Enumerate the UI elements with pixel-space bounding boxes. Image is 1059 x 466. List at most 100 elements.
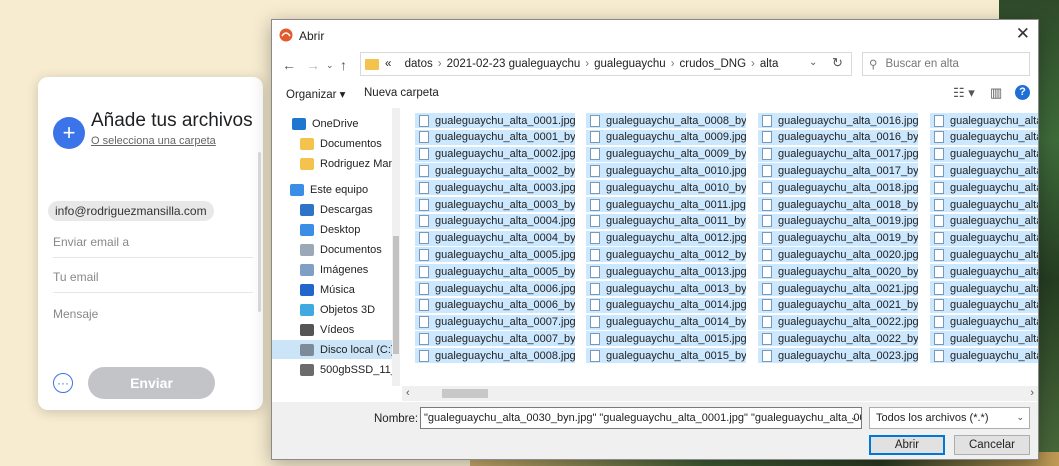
file-item[interactable]: gualeguaychu_alta_00 (930, 113, 1038, 128)
file-item[interactable]: gualeguaychu_alta_0006_byn.jpg (415, 297, 575, 313)
send-button[interactable]: Enviar (88, 367, 215, 399)
nav-item[interactable]: Este equipo (272, 180, 392, 199)
file-item[interactable]: gualeguaychu_alta_0013.jpg (586, 264, 746, 280)
file-item[interactable]: gualeguaychu_alta_0018.jpg (758, 180, 918, 196)
file-item[interactable]: gualeguaychu_alta_00 (930, 146, 1038, 162)
file-item[interactable]: gualeguaychu_alta_0015.jpg (586, 331, 746, 347)
scroll-left-icon[interactable]: ‹ (406, 387, 410, 399)
nav-item[interactable]: Disco local (C:) (272, 340, 395, 359)
file-item[interactable]: gualeguaychu_alta_00 (930, 314, 1038, 330)
file-item[interactable]: gualeguaychu_alta_0008.jpg (415, 348, 575, 364)
file-item[interactable]: gualeguaychu_alta_00 (930, 180, 1038, 196)
filename-dropdown-icon[interactable]: ⌄ (850, 412, 858, 423)
breadcrumb-datos[interactable]: datos (405, 58, 433, 70)
file-item[interactable]: gualeguaychu_alta_0007_byn.jpg (415, 331, 575, 347)
file-item[interactable]: gualeguaychu_alta_00 (930, 348, 1038, 364)
cancel-button[interactable]: Cancelar (954, 435, 1030, 455)
file-item[interactable]: gualeguaychu_alta_0001.jpg (415, 113, 575, 128)
file-item[interactable]: gualeguaychu_alta_00 (930, 163, 1038, 179)
file-item[interactable]: gualeguaychu_alta_0003.jpg (415, 180, 575, 196)
refresh-icon[interactable]: ↻ (832, 55, 843, 71)
breadcrumb-gualeguaychu[interactable]: gualeguaychu (594, 58, 666, 70)
breadcrumb-crudos[interactable]: crudos_DNG (680, 58, 746, 70)
file-item[interactable]: gualeguaychu_alta_0022.jpg (758, 314, 918, 330)
file-item[interactable]: gualeguaychu_alta_0019.jpg (758, 213, 918, 229)
nav-item[interactable]: Vídeos (272, 320, 392, 339)
breadcrumb-date-folder[interactable]: 2021-02-23 gualeguaychu (447, 58, 581, 70)
horizontal-scroll-thumb[interactable] (442, 389, 488, 398)
file-item[interactable]: gualeguaychu_alta_0012_byn.jpg (586, 247, 746, 263)
file-item[interactable]: gualeguaychu_alta_0013_byn.jpg (586, 281, 746, 296)
file-item[interactable]: gualeguaychu_alta_0004_byn.jpg (415, 230, 575, 246)
nav-item[interactable]: Documentos (272, 134, 392, 153)
help-icon[interactable]: ? (1015, 85, 1030, 100)
nav-item[interactable]: OneDrive (272, 114, 392, 133)
panel-scrollbar[interactable] (258, 152, 261, 312)
file-item[interactable]: gualeguaychu_alta_00 (930, 331, 1038, 347)
breadcrumb-alta[interactable]: alta (760, 58, 779, 70)
file-item[interactable]: gualeguaychu_alta_0016_byn.jpg (758, 129, 918, 145)
file-item[interactable]: gualeguaychu_alta_0007.jpg (415, 314, 575, 330)
recipient-chip[interactable]: info@rodriguezmansilla.com (48, 201, 214, 221)
nav-item[interactable]: Descargas (272, 200, 392, 219)
organize-menu[interactable]: Organizar ▾ (286, 87, 345, 101)
address-dropdown-icon[interactable]: ⌄ (809, 57, 817, 68)
file-item[interactable]: gualeguaychu_alta_0004.jpg (415, 213, 575, 229)
your-email-field[interactable]: Tu email (53, 270, 253, 293)
file-item[interactable]: gualeguaychu_alta_0019_byn.jpg (758, 230, 918, 246)
file-item[interactable]: gualeguaychu_alta_0012.jpg (586, 230, 746, 246)
file-item[interactable]: gualeguaychu_alta_0011.jpg (586, 197, 746, 212)
file-item[interactable]: gualeguaychu_alta_00 (930, 129, 1038, 145)
more-options-icon[interactable]: ··· (53, 373, 73, 393)
add-files-icon[interactable]: + (53, 117, 85, 149)
file-item[interactable]: gualeguaychu_alta_0020_byn.jpg (758, 264, 918, 280)
recent-chevron-icon[interactable]: ⌄ (326, 60, 334, 71)
file-item[interactable]: gualeguaychu_alta_0023.jpg (758, 348, 918, 364)
file-item[interactable]: gualeguaychu_alta_00 (930, 281, 1038, 296)
file-item[interactable]: gualeguaychu_alta_0002.jpg (415, 146, 575, 162)
new-folder-button[interactable]: Nueva carpeta (364, 87, 439, 99)
file-item[interactable]: gualeguaychu_alta_00 (930, 247, 1038, 263)
file-item[interactable]: gualeguaychu_alta_0003_byn.jpg (415, 197, 575, 212)
message-field[interactable]: Mensaje (53, 307, 253, 329)
file-item[interactable]: gualeguaychu_alta_00 (930, 297, 1038, 313)
file-item[interactable]: gualeguaychu_alta_0010_byn.jpg (586, 180, 746, 196)
file-item[interactable]: gualeguaychu_alta_00 (930, 213, 1038, 229)
file-item[interactable]: gualeguaychu_alta_0010.jpg (586, 163, 746, 179)
file-item[interactable]: gualeguaychu_alta_0009_byn.jpg (586, 146, 746, 162)
nav-item[interactable]: Rodriguez Mans (272, 154, 400, 173)
file-item[interactable]: gualeguaychu_alta_0006.jpg (415, 281, 575, 296)
file-item[interactable]: gualeguaychu_alta_0005.jpg (415, 247, 575, 263)
view-options-icon[interactable]: ☷ ▾ (953, 85, 975, 101)
file-item[interactable]: gualeguaychu_alta_0017_byn.jpg (758, 163, 918, 179)
back-arrow-icon[interactable]: ← (282, 57, 296, 73)
file-item[interactable]: gualeguaychu_alta_0018_byn.jpg (758, 197, 918, 212)
scroll-right-icon[interactable]: › (1030, 387, 1034, 399)
nav-scroll-thumb[interactable] (393, 236, 399, 354)
address-bar[interactable]: « datos › 2021-02-23 gualeguaychu › gual… (360, 52, 852, 76)
file-item[interactable]: gualeguaychu_alta_0022_byn.jpg (758, 331, 918, 347)
open-button[interactable]: Abrir (869, 435, 945, 455)
file-item[interactable]: gualeguaychu_alta_0008_byn.jpg (586, 113, 746, 128)
close-icon[interactable]: ✕ (1016, 24, 1030, 44)
file-item[interactable]: gualeguaychu_alta_0015_byn.jpg (586, 348, 746, 364)
nav-item[interactable]: Imágenes (272, 260, 392, 279)
nav-item[interactable]: 500gbSSD_11_02 (272, 360, 400, 379)
select-folder-link[interactable]: O selecciona una carpeta (91, 135, 216, 147)
file-item[interactable]: gualeguaychu_alta_0020.jpg (758, 247, 918, 263)
file-item[interactable]: gualeguaychu_alta_0011_byn.jpg (586, 213, 746, 229)
file-item[interactable]: gualeguaychu_alta_0014_byn.jpg (586, 314, 746, 330)
breadcrumb-overflow[interactable]: « (385, 58, 391, 70)
file-item[interactable]: gualeguaychu_alta_0021.jpg (758, 281, 918, 296)
add-files-title[interactable]: Añade tus archivos (91, 110, 253, 132)
filename-input[interactable]: "gualeguaychu_alta_0030_byn.jpg" "gualeg… (420, 407, 862, 429)
file-item[interactable]: gualeguaychu_alta_0021_byn.jpg (758, 297, 918, 313)
horizontal-scrollbar[interactable]: ‹ › (402, 386, 1038, 401)
file-type-select[interactable]: Todos los archivos (*.*) ⌄ (869, 407, 1030, 429)
nav-item[interactable]: Objetos 3D (272, 300, 392, 319)
file-item[interactable]: gualeguaychu_alta_00 (930, 230, 1038, 246)
file-item[interactable]: gualeguaychu_alta_0005_byn.jpg (415, 264, 575, 280)
forward-arrow-icon[interactable]: → (306, 57, 320, 73)
file-item[interactable]: gualeguaychu_alta_0017.jpg (758, 146, 918, 162)
preview-pane-icon[interactable]: ▥ (990, 85, 1002, 101)
